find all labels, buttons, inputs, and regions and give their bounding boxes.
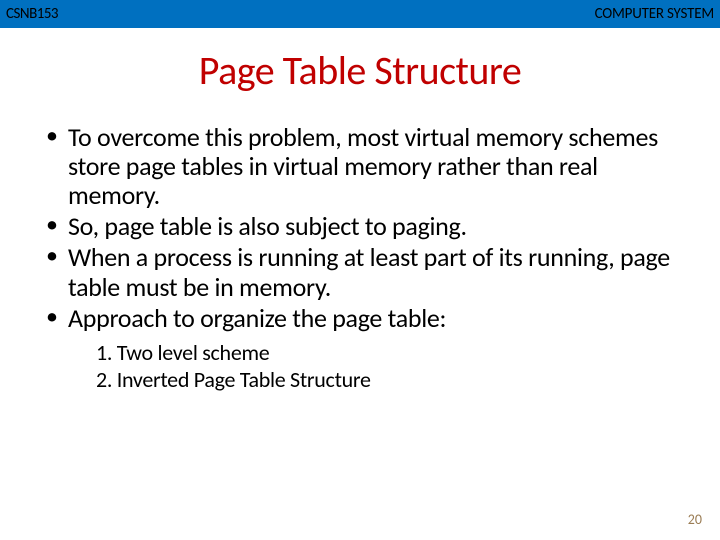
slide-body: To overcome this problem, most virtual m…	[0, 95, 720, 394]
list-item: When a process is running at least part …	[40, 243, 680, 301]
course-title: COMPUTER SYSTEM	[595, 5, 714, 23]
slide: CSNB153 COMPUTER SYSTEM Page Table Struc…	[0, 0, 720, 540]
list-item: To overcome this problem, most virtual m…	[40, 123, 680, 210]
page-number: 20	[688, 511, 702, 528]
bullet-list: To overcome this problem, most virtual m…	[40, 123, 680, 333]
numbered-list: 1. Two level scheme 2. Inverted Page Tab…	[40, 339, 680, 394]
list-item: So, page table is also subject to paging…	[40, 212, 680, 241]
list-item: Approach to organize the page table:	[40, 304, 680, 333]
page-title: Page Table Structure	[0, 46, 720, 95]
list-item: 2. Inverted Page Table Structure	[96, 366, 680, 394]
header-bar: CSNB153 COMPUTER SYSTEM	[0, 0, 720, 28]
course-code: CSNB153	[6, 5, 58, 23]
list-item: 1. Two level scheme	[96, 339, 680, 367]
